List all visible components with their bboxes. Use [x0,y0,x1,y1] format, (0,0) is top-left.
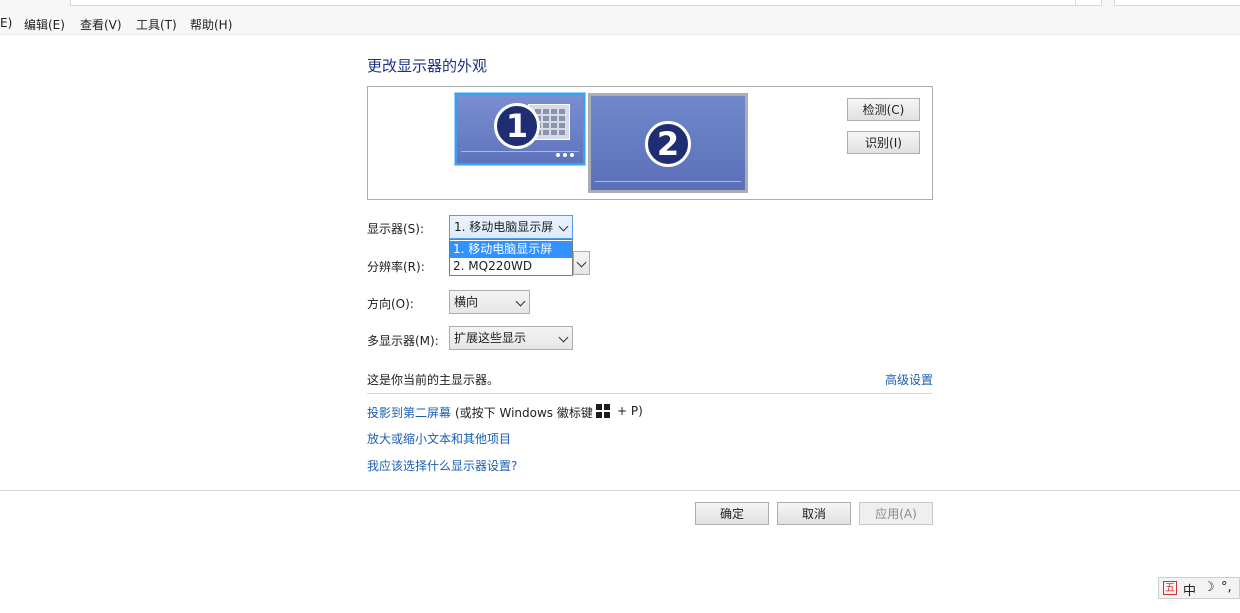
cancel-button[interactable]: 取消 [777,502,851,525]
apply-button[interactable]: 应用(A) [859,502,933,525]
display-select-value: 1. 移动电脑显示屏 [454,220,554,234]
multi-display-select-value: 扩展这些显示 [454,331,527,345]
orientation-select[interactable]: 横向 [449,290,530,314]
ime-punctuation-toggle[interactable]: °, [1221,580,1232,595]
windows-logo-icon [596,404,610,418]
status-text: 这是你当前的主显示器。 [367,373,500,387]
ime-mode-toggle[interactable]: 中 [1183,580,1196,599]
monitor-1-number: 1 [494,103,540,149]
address-bar[interactable] [70,0,1102,6]
project-second-screen-link[interactable]: 投影到第二屏幕 [367,404,451,421]
project-hint-tail: + P) [617,404,643,418]
monitor-2-number: 2 [645,121,691,167]
multi-display-label: 多显示器(M): [367,334,439,348]
detect-button[interactable]: 检测(C) [847,98,920,121]
display-option-2[interactable]: 2. MQ220WD [450,258,572,275]
monitor-2-thumbnail[interactable]: 2 [588,93,748,193]
search-box[interactable] [1114,0,1240,6]
display-option-1[interactable]: 1. 移动电脑显示屏 [450,241,572,258]
resolution-select[interactable] [573,251,590,275]
menu-edit[interactable]: 编辑(E) [24,16,65,33]
orientation-label: 方向(O): [367,297,414,311]
menu-view[interactable]: 查看(V) [80,16,122,33]
ok-button[interactable]: 确定 [695,502,769,525]
identify-button[interactable]: 识别(I) [847,131,920,154]
menu-tools[interactable]: 工具(T) [136,16,177,33]
orientation-select-value: 横向 [454,295,479,309]
chevron-down-icon [558,221,569,232]
menu-bar: E) 编辑(E) 查看(V) 工具(T) 帮助(H) [0,12,1240,35]
project-hint-text: (或按下 Windows 徽标键 [455,406,593,420]
display-dropdown-list: 1. 移动电脑显示屏 2. MQ220WD [449,239,573,276]
display-label: 显示器(S): [367,222,425,236]
chevron-down-icon [515,296,526,307]
resolution-label: 分辨率(R): [367,260,425,274]
divider [367,393,932,394]
menu-help[interactable]: 帮助(H) [190,16,232,33]
which-setting-link[interactable]: 我应该选择什么显示器设置? [367,457,517,474]
text-size-link[interactable]: 放大或缩小文本和其他项目 [367,430,511,447]
chevron-down-icon [576,257,587,268]
footer-divider [0,490,1240,491]
display-select[interactable]: 1. 移动电脑显示屏 [449,215,573,239]
page-title: 更改显示器的外观 [367,57,488,75]
advanced-settings-link[interactable]: 高级设置 [885,371,933,388]
ime-moon-icon[interactable]: ☽ [1203,580,1215,595]
ime-toolbar: 五 中 ☽ °, [1158,577,1240,599]
chevron-down-icon [558,332,569,343]
address-bar-separator [1075,0,1076,5]
menu-file[interactable]: E) [0,16,12,30]
ime-logo-icon[interactable]: 五 [1163,581,1177,595]
multi-display-select[interactable]: 扩展这些显示 [449,326,573,350]
